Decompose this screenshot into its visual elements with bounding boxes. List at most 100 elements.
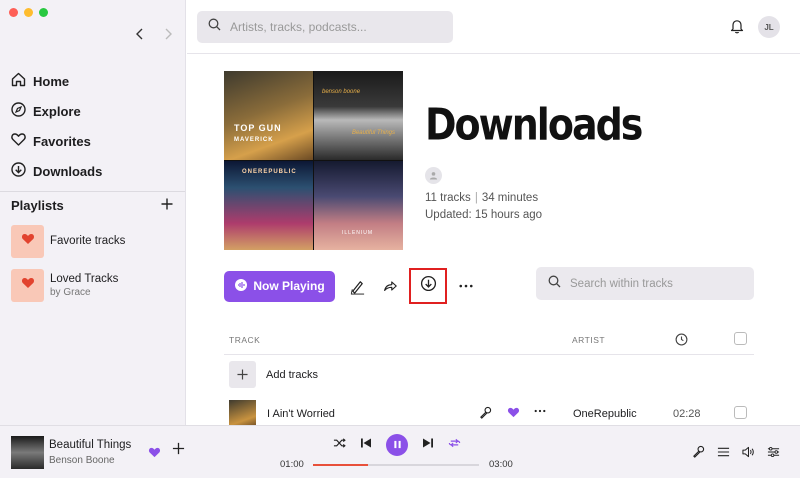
zoom-window-button[interactable]	[39, 8, 48, 17]
main-nav: Home Explore Favorites Downloads	[10, 66, 185, 186]
sound-wave-icon	[234, 278, 248, 295]
pause-icon	[393, 436, 402, 454]
microphone-icon[interactable]	[479, 406, 492, 422]
user-avatar[interactable]: JL	[758, 16, 780, 38]
owner-avatar[interactable]	[425, 167, 442, 184]
nav-item-home[interactable]: Home	[10, 66, 185, 96]
shuffle-icon[interactable]	[333, 436, 346, 454]
previous-track-icon[interactable]	[360, 436, 372, 454]
heart-filled-icon[interactable]	[148, 445, 161, 463]
heart-outline-icon	[10, 131, 27, 151]
progress-bar[interactable]	[313, 464, 479, 466]
equalizer-settings-icon[interactable]	[767, 445, 780, 463]
more-options-icon[interactable]	[456, 276, 476, 296]
sidebar-divider	[0, 191, 185, 192]
player-extra-controls	[692, 445, 780, 463]
nav-item-downloads[interactable]: Downloads	[10, 156, 185, 186]
nav-label-favorites: Favorites	[33, 133, 91, 149]
now-playing-label: Now Playing	[253, 279, 325, 293]
playlist-cover-mosaic: TOP GUN MAVERICK benson boone Beautiful T…	[224, 71, 403, 250]
playlist-meta: 11 tracks | 34 minutes Updated: 15 hours a…	[425, 190, 542, 224]
top-bar: JL	[187, 0, 800, 54]
elapsed-time: 01:00	[280, 459, 304, 470]
table-row[interactable]: I Ain't Worried OneRepublic 02:28	[224, 398, 754, 425]
forward-arrow-icon[interactable]	[162, 27, 174, 41]
action-bar: Now Playing	[224, 268, 476, 304]
download-circle-icon	[420, 275, 437, 297]
playlist-item-loved-tracks[interactable]: Loved Tracks by Grace	[11, 268, 185, 302]
nav-label-explore: Explore	[33, 103, 81, 119]
player-bar: Beautiful Things Benson Boone 01:00 03:0…	[0, 425, 800, 478]
close-window-button[interactable]	[9, 8, 18, 17]
nav-label-downloads: Downloads	[33, 163, 103, 179]
add-icon	[229, 361, 256, 388]
album-art-illenium: ILLENIUM	[314, 161, 403, 250]
more-options-icon[interactable]	[534, 404, 546, 416]
album-art-benson-boone: benson boone Beautiful Things	[314, 71, 403, 160]
track-table-header: TRACK ARTIST	[224, 327, 754, 355]
global-search-input[interactable]	[230, 20, 430, 34]
add-playlist-icon[interactable]	[161, 198, 173, 213]
sidebar: Home Explore Favorites Downloads Playlis…	[0, 0, 186, 425]
playlist-cover	[11, 224, 44, 258]
now-playing-artist[interactable]: Benson Boone	[49, 455, 115, 466]
nav-item-favorites[interactable]: Favorites	[10, 126, 185, 156]
total-duration: 34 minutes	[481, 192, 539, 204]
global-search[interactable]	[197, 11, 453, 43]
heart-filled-icon[interactable]	[507, 406, 520, 421]
now-playing-title[interactable]: Beautiful Things	[49, 439, 131, 451]
column-header-track[interactable]: TRACK	[229, 335, 260, 345]
bell-icon[interactable]	[730, 18, 744, 34]
track-count: 11 tracks	[425, 192, 471, 204]
next-track-icon[interactable]	[422, 436, 434, 454]
album-art-text: Beautiful Things	[351, 130, 395, 136]
add-tracks-label: Add tracks	[266, 368, 318, 381]
volume-icon[interactable]	[742, 445, 755, 463]
album-art-onerepublic: ONEREPUBLIC	[224, 161, 313, 250]
compass-icon	[10, 101, 27, 121]
updated-time: Updated: 15 hours ago	[425, 209, 543, 221]
playlists-heading: Playlists	[11, 198, 64, 213]
now-playing-button[interactable]: Now Playing	[224, 270, 335, 302]
select-all-checkbox[interactable]	[734, 332, 747, 345]
track-search[interactable]	[536, 267, 754, 300]
pause-button[interactable]	[386, 434, 408, 456]
playlist-title: Loved Tracks	[50, 272, 119, 285]
page-title: Downloads	[425, 99, 643, 150]
playlist-item-favorite-tracks[interactable]: Favorite tracks	[11, 224, 185, 258]
track-search-input[interactable]	[570, 277, 740, 290]
track-title: I Ain't Worried	[267, 408, 335, 420]
download-circle-icon	[10, 161, 27, 181]
add-tracks-row[interactable]: Add tracks	[229, 361, 318, 388]
track-checkbox[interactable]	[734, 406, 747, 419]
heart-filled-icon	[21, 276, 35, 294]
history-nav	[134, 27, 174, 41]
window-controls	[9, 8, 48, 17]
progress-fill	[313, 464, 368, 466]
edit-pen-icon[interactable]	[347, 276, 367, 296]
minimize-window-button[interactable]	[24, 8, 33, 17]
microphone-icon[interactable]	[692, 445, 705, 463]
playlist-list: Favorite tracks Loved Tracks by Grace	[11, 224, 185, 312]
nav-item-explore[interactable]: Explore	[10, 96, 185, 126]
total-time: 03:00	[489, 459, 513, 470]
repeat-icon[interactable]	[448, 436, 461, 454]
clock-icon[interactable]	[675, 333, 688, 348]
playlist-owner: by Grace	[50, 286, 91, 298]
heart-filled-icon	[21, 232, 35, 250]
add-icon[interactable]	[172, 442, 185, 460]
nav-label-home: Home	[33, 73, 70, 89]
column-header-artist[interactable]: ARTIST	[572, 335, 605, 345]
album-art-top-gun: TOP GUN MAVERICK	[224, 71, 313, 160]
now-playing-thumbnail[interactable]	[11, 436, 44, 469]
track-artist[interactable]: OneRepublic	[573, 408, 637, 420]
download-button[interactable]	[409, 268, 447, 304]
home-icon	[10, 71, 27, 91]
back-arrow-icon[interactable]	[134, 27, 146, 41]
album-art-text: ILLENIUM	[342, 230, 374, 236]
album-art-text: TOP GUN MAVERICK	[234, 123, 282, 143]
queue-icon[interactable]	[717, 445, 730, 463]
search-icon	[208, 18, 221, 36]
track-thumbnail	[229, 400, 256, 425]
share-icon[interactable]	[380, 276, 400, 296]
